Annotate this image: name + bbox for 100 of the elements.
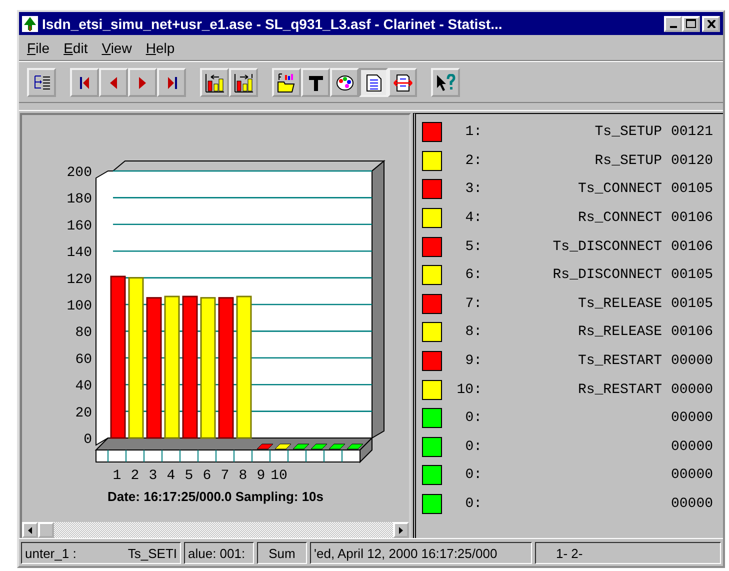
axis-label: 3 [148, 468, 158, 484]
counter-name: Rs_CONNECT [578, 210, 662, 226]
counter-index: 5: [464, 238, 482, 255]
maximize-button[interactable] [682, 16, 700, 32]
menu-item[interactable]: File [27, 40, 50, 56]
status-text: Sum [268, 546, 296, 560]
counter-index: 9: [464, 353, 482, 370]
counter-index: 3: [464, 181, 482, 198]
first-icon [80, 76, 90, 88]
document-arrows-icon [392, 74, 412, 92]
status-text: Ts_SETI [128, 546, 177, 560]
counter-index: 0: [464, 467, 482, 484]
axis-label: 10 [270, 468, 288, 484]
toolbar-button[interactable] [301, 68, 330, 97]
axis-label: 100 [66, 298, 92, 314]
list-icon [32, 74, 50, 92]
toolbar-button[interactable] [200, 68, 229, 97]
status-text: unter_1 : [25, 546, 76, 560]
document-icon [366, 74, 382, 92]
window-title: Isdn_etsi_simu_net+usr_e1.ase - SL_q931_L3.asf - Clarinet - Statist... [42, 16, 504, 32]
counter-index: 6: [464, 267, 482, 284]
axis-label: 1 [112, 468, 122, 484]
toolbar-button[interactable] [431, 68, 460, 97]
close-icon [706, 20, 716, 28]
left-arrow-icon [28, 526, 32, 534]
minimize-button[interactable] [664, 16, 682, 32]
axis-label: 40 [75, 378, 92, 395]
menu-item[interactable]: View [102, 40, 132, 56]
axis-label: 7 [220, 468, 230, 484]
palette-icon [336, 74, 354, 92]
counter-name: Rs_RESTART [578, 382, 662, 398]
toolbar-button[interactable] [27, 68, 56, 97]
counter-index: 2: [464, 152, 482, 169]
menu-item[interactable]: Edit [64, 40, 88, 56]
axis-label: 120 [66, 272, 92, 288]
close-button[interactable] [702, 16, 720, 32]
counter-value: 00105 [670, 181, 713, 198]
counter-value: 00000 [670, 467, 713, 484]
axis-label: 140 [66, 245, 92, 262]
axis-label: 60 [75, 352, 92, 368]
counter-value: 00000 [670, 353, 713, 370]
status-text: alue: 001: [188, 546, 246, 560]
counter-value: 00105 [670, 296, 713, 312]
counter-index: 8: [464, 324, 482, 340]
previous-icon [110, 76, 117, 88]
axis-label: 80 [75, 325, 92, 342]
toolbar-button[interactable] [359, 68, 388, 97]
horizontal-scrollbar[interactable] [22, 522, 409, 538]
counter-value: 00106 [670, 238, 713, 255]
counter-value: 00106 [670, 324, 713, 340]
axis-label: 4 [166, 468, 176, 484]
counter-name: Ts_DISCONNECT [552, 238, 662, 255]
scroll-right-button[interactable] [393, 522, 409, 538]
maximize-icon [686, 19, 696, 28]
counter-name: Rs_RELEASE [578, 324, 662, 340]
last-icon [166, 76, 176, 88]
toolbar-button[interactable] [70, 68, 99, 97]
counter-value: 00120 [670, 152, 713, 169]
toolbar-button[interactable] [388, 68, 417, 97]
axis-label: 200 [66, 165, 92, 181]
chart-caption: Date: 16:17:25/000.0 Sampling: 10s [106, 489, 325, 504]
counter-value: 00000 [670, 496, 713, 512]
bar-chart-icon [204, 72, 224, 92]
status-text: 1- 2- [556, 546, 583, 560]
folder-icon [276, 72, 296, 92]
counter-index: 0: [464, 410, 482, 426]
menu-item[interactable]: Help [146, 40, 175, 56]
scroll-left-button[interactable] [22, 522, 38, 538]
axis-label: 20 [75, 405, 92, 422]
counter-name: Ts_RESTART [578, 353, 662, 370]
axis-label: 6 [202, 468, 212, 484]
bar-chart-icon [234, 72, 254, 92]
counter-name: Ts_RELEASE [578, 296, 662, 312]
counter-value: 00105 [670, 267, 713, 284]
right-arrow-icon [399, 526, 403, 534]
next-icon [139, 76, 146, 88]
counter-index: 1: [464, 124, 482, 140]
toolbar-button[interactable] [272, 68, 301, 97]
counter-name: Ts_CONNECT [578, 181, 662, 198]
counter-name: Rs_SETUP [594, 152, 662, 169]
counter-name: Ts_SETUP [594, 124, 662, 140]
toolbar-button[interactable] [330, 68, 359, 97]
counter-index: 10: [456, 382, 482, 398]
toolbar-button[interactable] [157, 68, 186, 97]
axis-label: 9 [256, 468, 266, 484]
counter-value: 00121 [670, 124, 713, 140]
axis-label: 8 [238, 468, 248, 484]
tree-icon [22, 16, 38, 32]
help-pointer-icon [436, 74, 456, 92]
axis-label: 2 [130, 468, 140, 484]
counter-index: 7: [464, 296, 482, 312]
minimize-icon [670, 26, 676, 28]
axis-label: 180 [66, 192, 92, 208]
toolbar-button[interactable] [229, 68, 258, 97]
scroll-thumb[interactable] [38, 522, 54, 538]
counter-value: 00000 [670, 382, 713, 398]
axis-label: 5 [184, 468, 194, 484]
status-text: 'ed, April 12, 2000 16:17:25/000 [314, 546, 498, 560]
counter-value: 00000 [670, 410, 713, 426]
counter-name: Rs_DISCONNECT [552, 267, 662, 284]
